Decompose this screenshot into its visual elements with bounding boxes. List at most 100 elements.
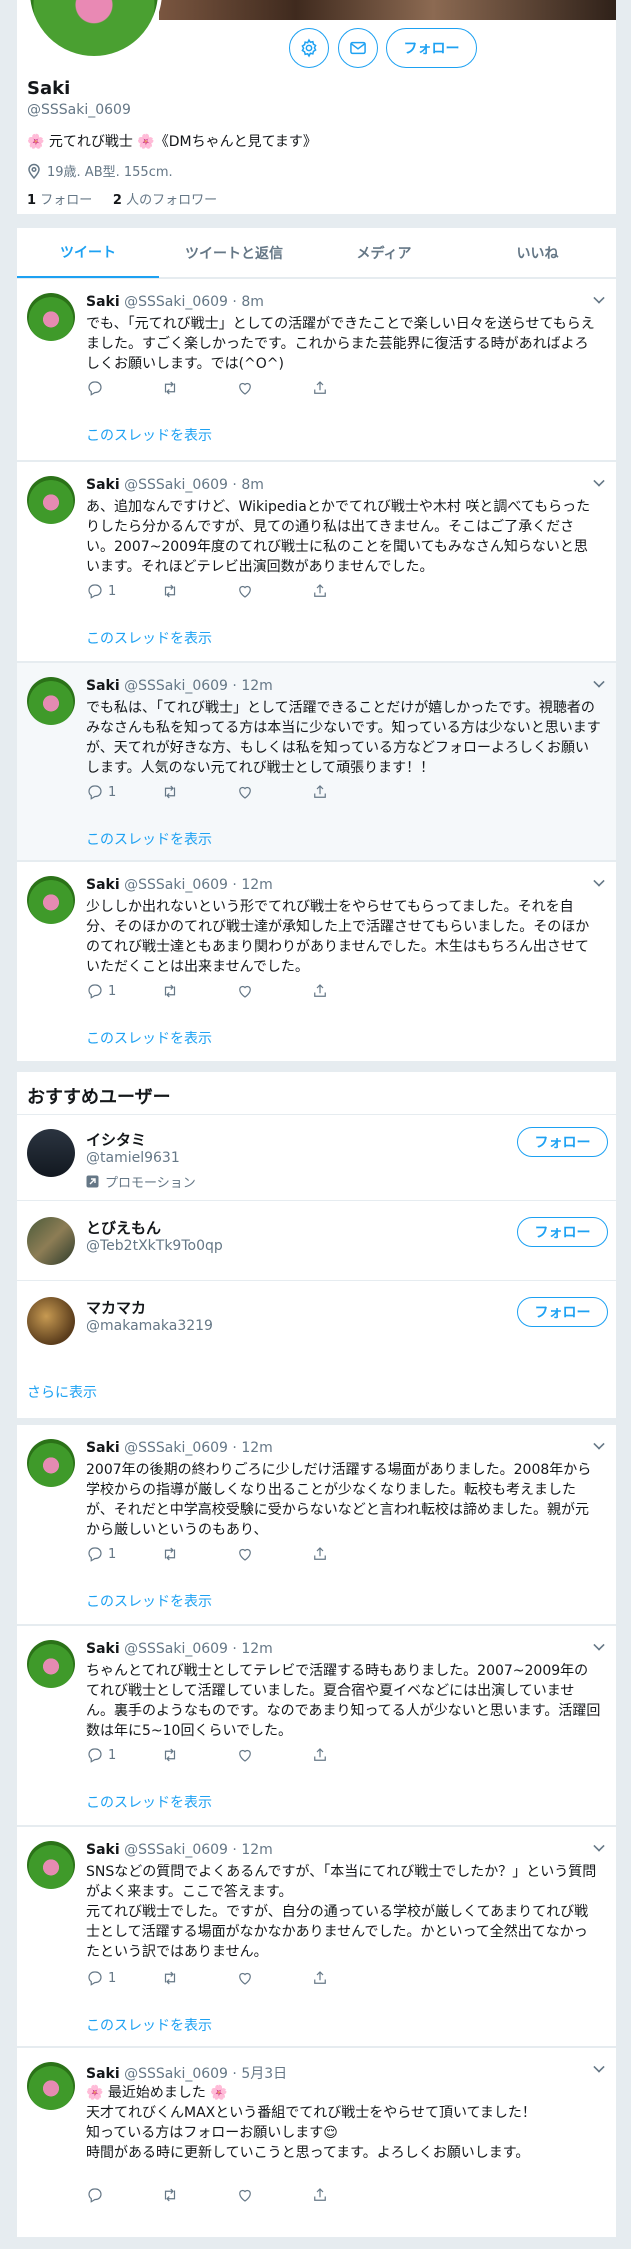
tweet-timestamp[interactable]: 12m	[241, 1842, 272, 1858]
tweet-timestamp[interactable]: 12m	[241, 877, 272, 893]
avatar[interactable]	[27, 2062, 75, 2110]
chevron-down-icon[interactable]	[593, 1639, 605, 1651]
like-button[interactable]	[236, 1746, 311, 1764]
tweet-author-name[interactable]: Saki	[86, 2066, 120, 2082]
avatar[interactable]	[27, 1439, 75, 1487]
share-button[interactable]	[311, 1746, 386, 1764]
chevron-down-icon[interactable]	[593, 875, 605, 887]
follow-user-button[interactable]: フォロー	[517, 1127, 608, 1157]
tab-likes[interactable]: いいね	[459, 228, 616, 278]
tweet-author-name[interactable]: Saki	[86, 477, 120, 493]
share-button[interactable]	[311, 582, 386, 600]
follow-button[interactable]: フォロー	[386, 28, 477, 68]
retweet-button[interactable]	[161, 379, 236, 397]
reply-button[interactable]: 1	[86, 982, 161, 1000]
tab-tweets[interactable]: ツイート	[17, 228, 159, 278]
retweet-button[interactable]	[161, 1545, 236, 1563]
tweet-timestamp[interactable]: 12m	[241, 1440, 272, 1456]
avatar[interactable]	[27, 293, 75, 341]
suggested-user[interactable]: イシタミ @tamiel9631 プロモーション フォロー	[17, 1114, 616, 1200]
tweet-timestamp[interactable]: 5月3日	[241, 2066, 287, 2082]
retweet-button[interactable]	[161, 783, 236, 801]
tab-tweets-and-replies[interactable]: ツイートと返信	[159, 228, 309, 278]
follow-user-button[interactable]: フォロー	[517, 1217, 608, 1247]
followers-link[interactable]: 2 人のフォロワー	[113, 193, 217, 208]
retweet-button[interactable]	[161, 582, 236, 600]
reply-button[interactable]: 1	[86, 783, 161, 801]
user-name[interactable]: とびえもん	[86, 1217, 161, 1238]
avatar[interactable]	[27, 1297, 75, 1345]
retweet-button[interactable]	[161, 1969, 236, 1987]
share-button[interactable]	[311, 982, 386, 1000]
share-button[interactable]	[311, 783, 386, 801]
retweet-button[interactable]	[161, 982, 236, 1000]
like-button[interactable]	[236, 2186, 311, 2204]
tweet-timestamp[interactable]: 8m	[241, 477, 264, 493]
show-thread-link[interactable]: このスレッドを表示	[86, 1591, 212, 1611]
show-thread-link[interactable]: このスレッドを表示	[86, 1792, 212, 1812]
like-button[interactable]	[236, 982, 311, 1000]
tweet[interactable]: Saki @SSSaki_0609 · 12m 少ししか出れないという形でてれび戦…	[17, 862, 616, 1062]
show-thread-link[interactable]: このスレッドを表示	[86, 829, 212, 849]
suggested-user[interactable]: とびえもん @Teb2tXkTk9To0qp フォロー	[17, 1200, 616, 1280]
avatar[interactable]	[27, 1217, 75, 1265]
chevron-down-icon[interactable]	[593, 475, 605, 487]
share-button[interactable]	[311, 379, 386, 397]
reply-button[interactable]	[86, 2186, 161, 2204]
reply-button[interactable]: 1	[86, 1969, 161, 1987]
avatar[interactable]	[27, 1129, 75, 1177]
avatar[interactable]	[27, 476, 75, 524]
tweet-author-name[interactable]: Saki	[86, 1440, 120, 1456]
tweet-timestamp[interactable]: 12m	[241, 678, 272, 694]
reply-button[interactable]: 1	[86, 1746, 161, 1764]
user-name[interactable]: マカマカ	[86, 1297, 146, 1318]
tweet[interactable]: Saki @SSSaki_0609 · 12m でも私は、「てれび戦士」として活躍…	[17, 663, 616, 861]
profile-avatar[interactable]	[26, 0, 162, 60]
avatar[interactable]	[27, 876, 75, 924]
show-thread-link[interactable]: このスレッドを表示	[86, 2015, 212, 2035]
show-thread-link[interactable]: このスレッドを表示	[86, 628, 212, 648]
retweet-button[interactable]	[161, 2186, 236, 2204]
like-button[interactable]	[236, 379, 311, 397]
tweet-timestamp[interactable]: 8m	[241, 294, 264, 310]
chevron-down-icon[interactable]	[593, 1438, 605, 1450]
tweet-author-name[interactable]: Saki	[86, 294, 120, 310]
following-link[interactable]: 1 フォロー	[27, 193, 92, 208]
avatar[interactable]	[27, 1640, 75, 1688]
follow-user-button[interactable]: フォロー	[517, 1297, 608, 1327]
user-name[interactable]: イシタミ	[86, 1129, 146, 1150]
tweet-timestamp[interactable]: 12m	[241, 1641, 272, 1657]
like-button[interactable]	[236, 582, 311, 600]
avatar[interactable]	[27, 1841, 75, 1889]
tweet[interactable]: Saki @SSSaki_0609 · 12m SNSなどの質問でよくあるんですが…	[17, 1827, 616, 2047]
chevron-down-icon[interactable]	[593, 676, 605, 688]
reply-button[interactable]: 1	[86, 1545, 161, 1563]
tweet-author-name[interactable]: Saki	[86, 877, 120, 893]
profile-banner[interactable]	[159, 0, 616, 20]
chevron-down-icon[interactable]	[593, 292, 605, 304]
share-button[interactable]	[311, 1969, 386, 1987]
tab-media[interactable]: メディア	[309, 228, 459, 278]
tweet-author-name[interactable]: Saki	[86, 1842, 120, 1858]
message-button[interactable]	[338, 28, 378, 68]
chevron-down-icon[interactable]	[593, 1840, 605, 1852]
share-button[interactable]	[311, 2186, 386, 2204]
settings-button[interactable]	[289, 28, 329, 68]
tweet-author-name[interactable]: Saki	[86, 678, 120, 694]
show-more-link[interactable]: さらに表示	[27, 1382, 97, 1402]
tweet[interactable]: Saki @SSSaki_0609 · 12m 2007年の後期の終わりごろに少し…	[17, 1425, 616, 1625]
suggested-user[interactable]: マカマカ @makamaka3219 フォロー	[17, 1280, 616, 1360]
chevron-down-icon[interactable]	[593, 2061, 605, 2073]
show-thread-link[interactable]: このスレッドを表示	[86, 425, 212, 445]
like-button[interactable]	[236, 783, 311, 801]
tweet-author-name[interactable]: Saki	[86, 1641, 120, 1657]
reply-button[interactable]	[86, 379, 161, 397]
share-button[interactable]	[311, 1545, 386, 1563]
tweet[interactable]: Saki @SSSaki_0609 · 5月3日 🌸 最近始めました 🌸 天才てれ…	[17, 2048, 616, 2238]
avatar[interactable]	[27, 677, 75, 725]
like-button[interactable]	[236, 1969, 311, 1987]
show-thread-link[interactable]: このスレッドを表示	[86, 1028, 212, 1048]
retweet-button[interactable]	[161, 1746, 236, 1764]
tweet[interactable]: Saki @SSSaki_0609 · 8m あ、追加なんですけど、Wikiped…	[17, 462, 616, 662]
tweet[interactable]: Saki @SSSaki_0609 · 12m ちゃんとてれび戦士としてテレビで活…	[17, 1626, 616, 1826]
